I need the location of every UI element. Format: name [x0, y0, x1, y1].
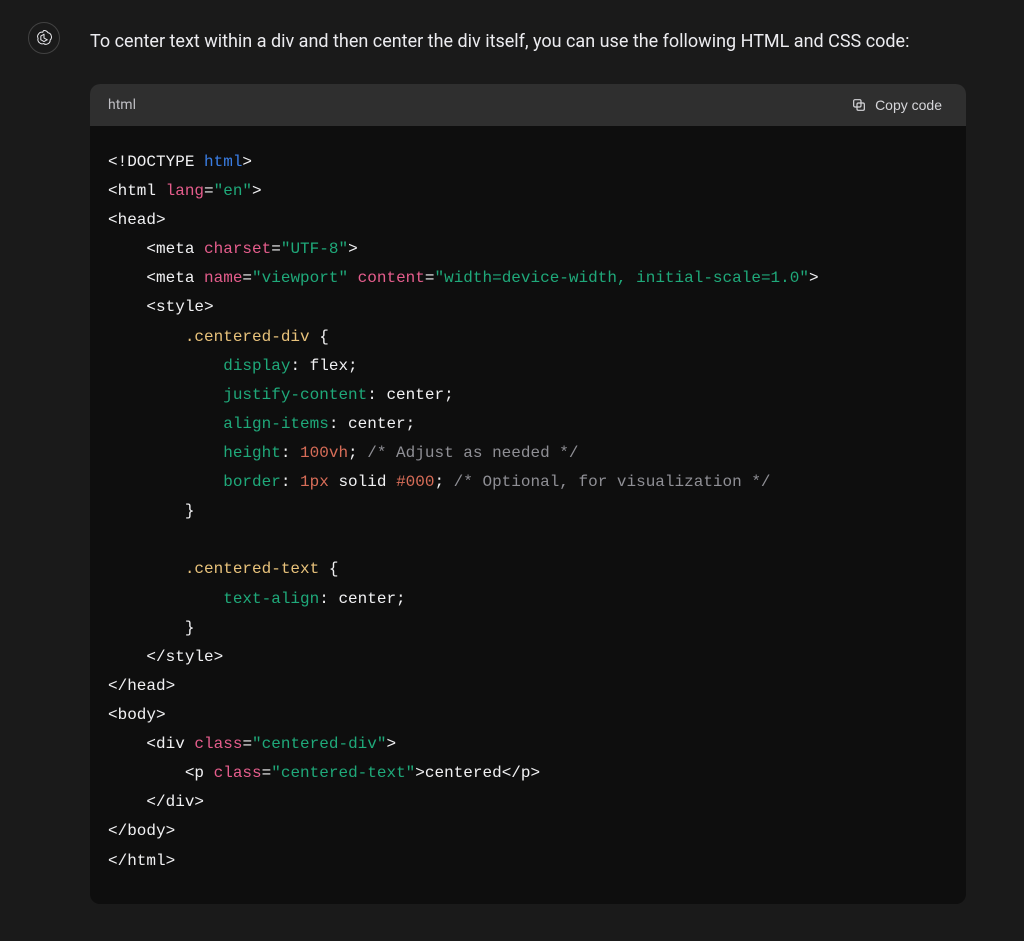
intro-text: To center text within a div and then cen… — [90, 26, 966, 58]
chat-message: To center text within a div and then cen… — [0, 0, 1024, 941]
copy-code-label: Copy code — [875, 97, 942, 113]
code-language-label: html — [108, 94, 136, 116]
message-content: To center text within a div and then cen… — [76, 22, 996, 934]
code-block-header: html Copy code — [90, 84, 966, 126]
code-content[interactable]: <!DOCTYPE html> <html lang="en"> <head> … — [90, 126, 966, 904]
copy-icon — [851, 97, 867, 113]
bottom-spacer — [90, 904, 966, 934]
avatar-column — [28, 22, 76, 934]
openai-logo-icon — [34, 28, 54, 48]
assistant-avatar — [28, 22, 60, 54]
copy-code-button[interactable]: Copy code — [845, 96, 948, 114]
code-block: html Copy code <!DOCTYPE html> <html lan… — [90, 84, 966, 904]
